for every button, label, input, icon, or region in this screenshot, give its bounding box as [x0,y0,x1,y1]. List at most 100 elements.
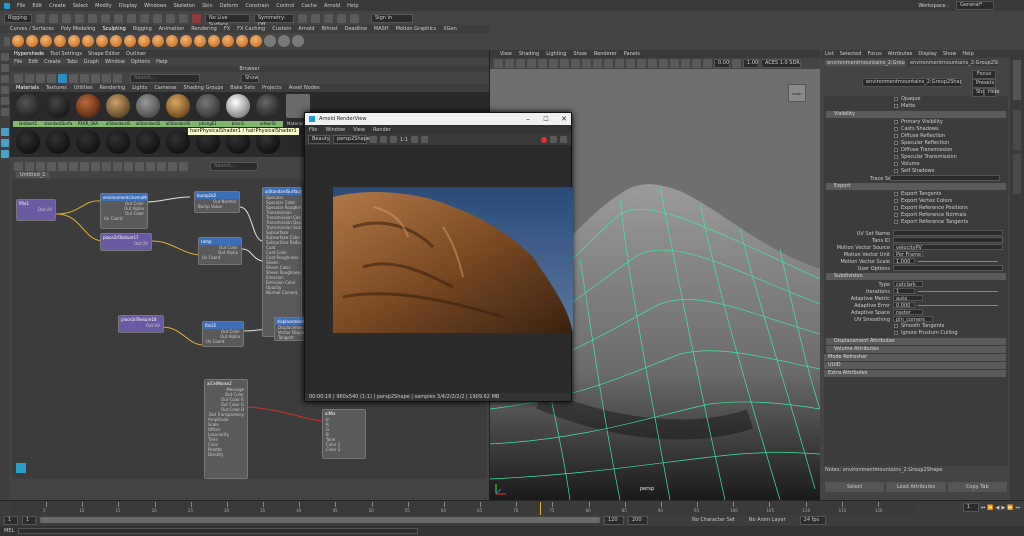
shelf-tab-sculpting[interactable]: Sculpting [102,26,125,32]
graph-node-ramp[interactable]: ramp Out Color Out Alpha Uv Coord [198,237,242,265]
graph-node-mix[interactable]: aiMix In R G B Tone Color 1 Color 2 [322,409,366,459]
symmetry-dropdown[interactable]: Symmetry: Off [254,13,294,28]
rotate-tool-icon[interactable] [1,97,9,105]
hs-menu-edit[interactable]: Edit [28,59,38,65]
repeat-tool-icon[interactable] [124,35,136,47]
ae-show-button[interactable]: Show [972,88,990,97]
mask-tool-icon[interactable] [278,35,290,47]
lasso-tool-icon[interactable] [1,64,9,72]
open-scene-icon[interactable] [49,13,58,23]
spray-tool-icon[interactable] [110,35,122,47]
range-end-field[interactable]: 120 [604,515,624,525]
material-swatch[interactable] [136,94,160,118]
unmask-tool-icon[interactable] [292,35,304,47]
user-options-field[interactable] [893,265,1003,271]
shelf-tab-poly[interactable]: Poly Modeling [61,26,96,32]
vp-icon-6[interactable] [549,59,558,68]
vp-icon-10[interactable] [593,59,602,68]
hs-menu-window[interactable]: Window [105,59,125,65]
shelf-tab-fx[interactable]: FX [224,26,230,32]
rv-menu-render[interactable]: Render [373,127,391,133]
node-port[interactable]: Uv Coord [101,216,147,221]
ae-vis-row[interactable]: Diffuse Reflection [824,133,1008,140]
checkbox[interactable] [894,96,898,101]
browser-icon-8[interactable] [91,73,100,83]
rendered-image[interactable] [333,187,573,333]
checkbox[interactable] [894,126,898,131]
select-tool-icon[interactable] [1,53,9,61]
tab-tool-settings[interactable]: Tool Settings [50,51,82,57]
ae-export-row[interactable]: Export Tangents [824,191,1008,198]
browser-tab-rendering[interactable]: Rendering [100,85,126,91]
ae-select-button[interactable]: Select [825,482,885,492]
node-port[interactable]: Out UV [17,207,55,212]
bulge-tool-icon[interactable] [222,35,234,47]
browser-tab-utilities[interactable]: Utilities [74,85,93,91]
material-swatch[interactable] [256,94,280,118]
ae-section-collapsed[interactable]: Mode Refresher [824,354,1006,361]
tab-outliner[interactable]: Outliner [126,51,146,57]
shelf-tab-motion-graphics[interactable]: Motion Graphics [396,26,437,32]
browser-tab-shading-groups[interactable]: Shading Groups [184,85,224,91]
iterations-slider[interactable] [918,290,998,292]
select-hierarchy-icon[interactable] [101,13,110,23]
material-swatch[interactable] [46,130,70,154]
rv-fit-icon[interactable] [390,136,397,143]
start-frame-field[interactable]: 1 [4,515,18,525]
side-tab-channel-box[interactable] [1013,110,1021,150]
graph-search-input[interactable]: Search... [210,161,258,171]
browser-icon-2[interactable] [25,73,34,83]
adaptive-space-dropdown[interactable]: raster [893,309,923,316]
vp-icon-3[interactable] [516,59,525,68]
menu-select[interactable]: Select [73,3,88,9]
rv-region-icon[interactable] [411,136,419,143]
go-end-icon[interactable]: ⏭ [1015,505,1020,511]
graph-icon-8[interactable] [91,161,100,171]
browser-search-input[interactable]: Search... [130,73,200,83]
ae-export-row[interactable]: Export Vertex Colors [824,198,1008,205]
vp-icon-9[interactable] [582,59,591,68]
ae-menu-selected[interactable]: Selected [840,51,862,57]
vp-gamma-field[interactable]: 1.00 [743,59,759,68]
material-swatch[interactable] [16,130,40,154]
adaptive-error-slider[interactable] [918,304,998,306]
material-swatch[interactable] [166,94,190,118]
knife-tool-icon[interactable] [194,35,206,47]
ae-menu-show[interactable]: Show [943,51,957,57]
ae-node-name-field[interactable]: environmentmountains_2:Group2Shape [862,78,962,87]
workspace-dropdown[interactable]: General* [956,1,994,10]
browser-tab-bake-sets[interactable]: Bake Sets [230,85,255,91]
live-surface-field[interactable]: No Live Surface [205,13,250,28]
menu-constrain[interactable]: Constrain [245,3,269,9]
browser-icon-7[interactable] [80,73,89,83]
ae-vis-row[interactable]: Primary Visibility [824,119,1008,126]
snap-point-icon[interactable] [166,13,175,23]
ae-vis-row[interactable]: Volume [824,161,1008,168]
end-frame-field[interactable]: 200 [628,515,648,525]
browser-tab-lights[interactable]: Lights [132,85,147,91]
mvs-slider[interactable] [918,260,998,262]
mode-dropdown[interactable]: Rigging [4,13,32,23]
range-slider[interactable] [40,517,600,523]
graph-node-texture[interactable]: environmentcinemaMaterials_1.TIM_p3_v1.e… [100,193,148,229]
ae-smooth-row[interactable]: Smooth Tangents [824,323,1008,330]
rv-menu-file[interactable]: File [309,127,317,133]
material-swatch[interactable] [76,94,100,118]
vp-menu-view[interactable]: View [500,51,512,57]
vp-icon-20[interactable] [703,59,712,68]
ae-presets-button[interactable]: Presets [972,79,996,88]
render-frame-icon[interactable] [298,13,307,23]
graph-node-place2d[interactable]: place2dTexture17 Out UV [100,233,152,251]
rv-stop-icon[interactable] [541,136,547,143]
graph-icon-3[interactable] [36,161,45,171]
maximize-icon[interactable]: ☐ [539,116,553,123]
magnet-icon[interactable] [192,13,201,23]
ae-load-attributes-button[interactable]: Load Attributes [886,482,946,492]
ae-tab-shape-2[interactable]: environmentmountains_2:Group2Shape [908,60,998,66]
menu-help[interactable]: Help [347,3,358,9]
step-forward-icon[interactable]: ⏩ [1007,505,1013,511]
fill-tool-icon[interactable] [180,35,192,47]
vp-icon-18[interactable] [681,59,690,68]
ae-vis-row[interactable]: Specular Transmission [824,154,1008,161]
adaptive-error-field[interactable]: 0.000 [893,302,915,309]
